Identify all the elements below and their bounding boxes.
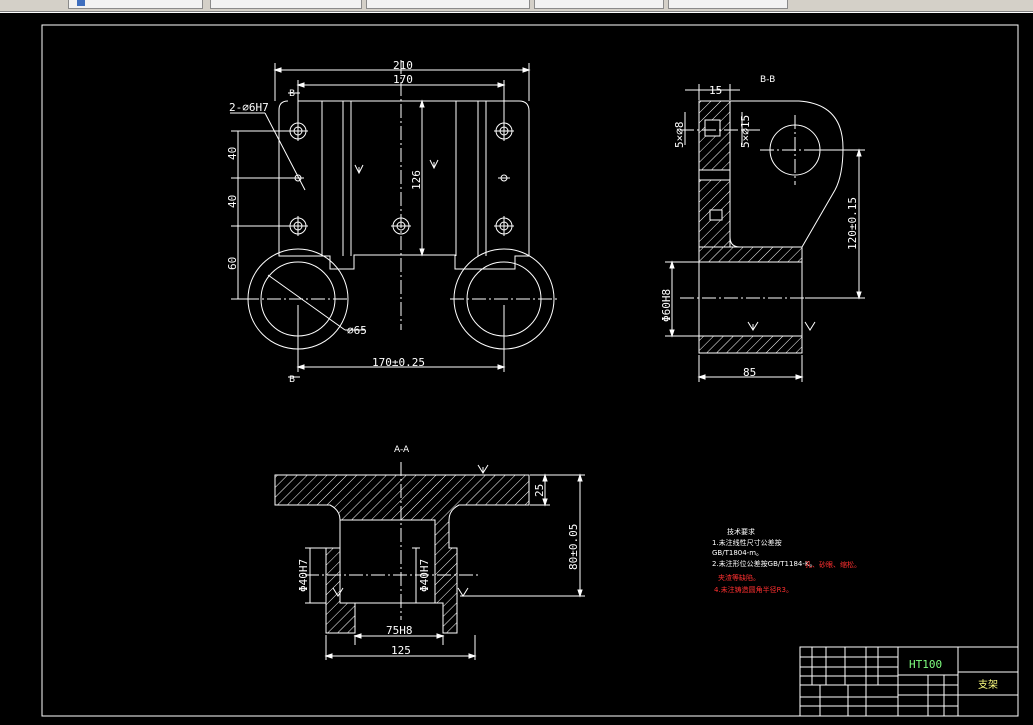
dim-120-015: 120±0.15 [846, 197, 859, 250]
notes-line-1: 1.未注线性尺寸公差按 [712, 538, 782, 547]
dim-170: 170 [393, 73, 413, 86]
side-view [665, 84, 865, 382]
side-hatch-base [698, 246, 803, 263]
notes-title: 技术要求 [727, 527, 755, 536]
dim-210: 210 [393, 59, 413, 72]
dim-60h8: Φ60H8 [660, 289, 673, 322]
callout-d65: ⌀65 [347, 324, 367, 337]
window-tab-bar [0, 0, 1033, 12]
notes-line-3: 2.未注形位公差按GB/T1184-K。 [712, 559, 816, 568]
dim-85: 85 [743, 366, 756, 379]
document-icon [77, 0, 85, 6]
dim-80-005: 80±0.05 [567, 524, 580, 570]
tab-3[interactable] [366, 0, 530, 9]
drawing-frame [41, 24, 1019, 717]
dim-d40h7-right: Φ40H7 [418, 559, 431, 592]
dim-40-b: 40 [226, 195, 239, 208]
notes-line-4: 夹渣等缺陷。 [718, 573, 760, 582]
dim-75h8: 75H8 [386, 624, 413, 637]
dim-25: 25 [533, 484, 546, 497]
dim-5x8: 5×⌀8 [673, 122, 686, 149]
tab-1[interactable] [68, 0, 203, 9]
surface-finish-symbol [354, 164, 364, 175]
notes-line-2: GB/T1804-m。 [712, 549, 763, 557]
dim-125: 125 [391, 644, 411, 657]
section-title-bb: B-B [760, 75, 775, 85]
dim-126: 126 [410, 170, 423, 190]
technical-notes: 技术要求 1.未注线性尺寸公差按 GB/T1804-m。 2.未注形位公差按GB… [712, 527, 861, 594]
tab-2[interactable] [210, 0, 362, 9]
side-hatch-bottom [698, 335, 803, 354]
section-title-aa: A-A [394, 445, 410, 455]
dim-5x15: 5×⌀15 [739, 115, 752, 148]
material-label: HT100 [909, 658, 942, 671]
notes-line-5: 4.未注铸造圆角半径R3。 [714, 585, 793, 594]
dim-170-tolerance: 170±0.25 [372, 356, 425, 369]
front-outline [278, 100, 530, 270]
front-view [230, 60, 560, 378]
cad-drawing-canvas[interactable]: 210 170 170±0.25 126 40 40 60 2-⌀6H7 ⌀65… [0, 13, 1033, 725]
dim-d40h7-left: Φ40H7 [297, 559, 310, 592]
side-bore [698, 261, 803, 337]
leader-d65 [267, 274, 346, 331]
section-mark-b-top: B [289, 89, 295, 99]
tab-4[interactable] [534, 0, 664, 9]
dim-40-a: 40 [226, 147, 239, 160]
callout-2-d6h7: 2-⌀6H7 [229, 101, 269, 114]
surface-finish-symbol [429, 159, 439, 170]
tab-5[interactable] [668, 0, 788, 9]
surface-finish-symbol [804, 321, 816, 331]
dim-15: 15 [709, 84, 722, 97]
part-name-label: 支架 [978, 679, 998, 691]
notes-line-3-red: 孔、砂眼、缩松。 [805, 560, 861, 569]
surface-finish-symbol [477, 464, 489, 474]
dim-60: 60 [226, 257, 239, 270]
surface-finish-symbol [457, 587, 469, 597]
section-mark-b-bottom: B [289, 375, 295, 385]
